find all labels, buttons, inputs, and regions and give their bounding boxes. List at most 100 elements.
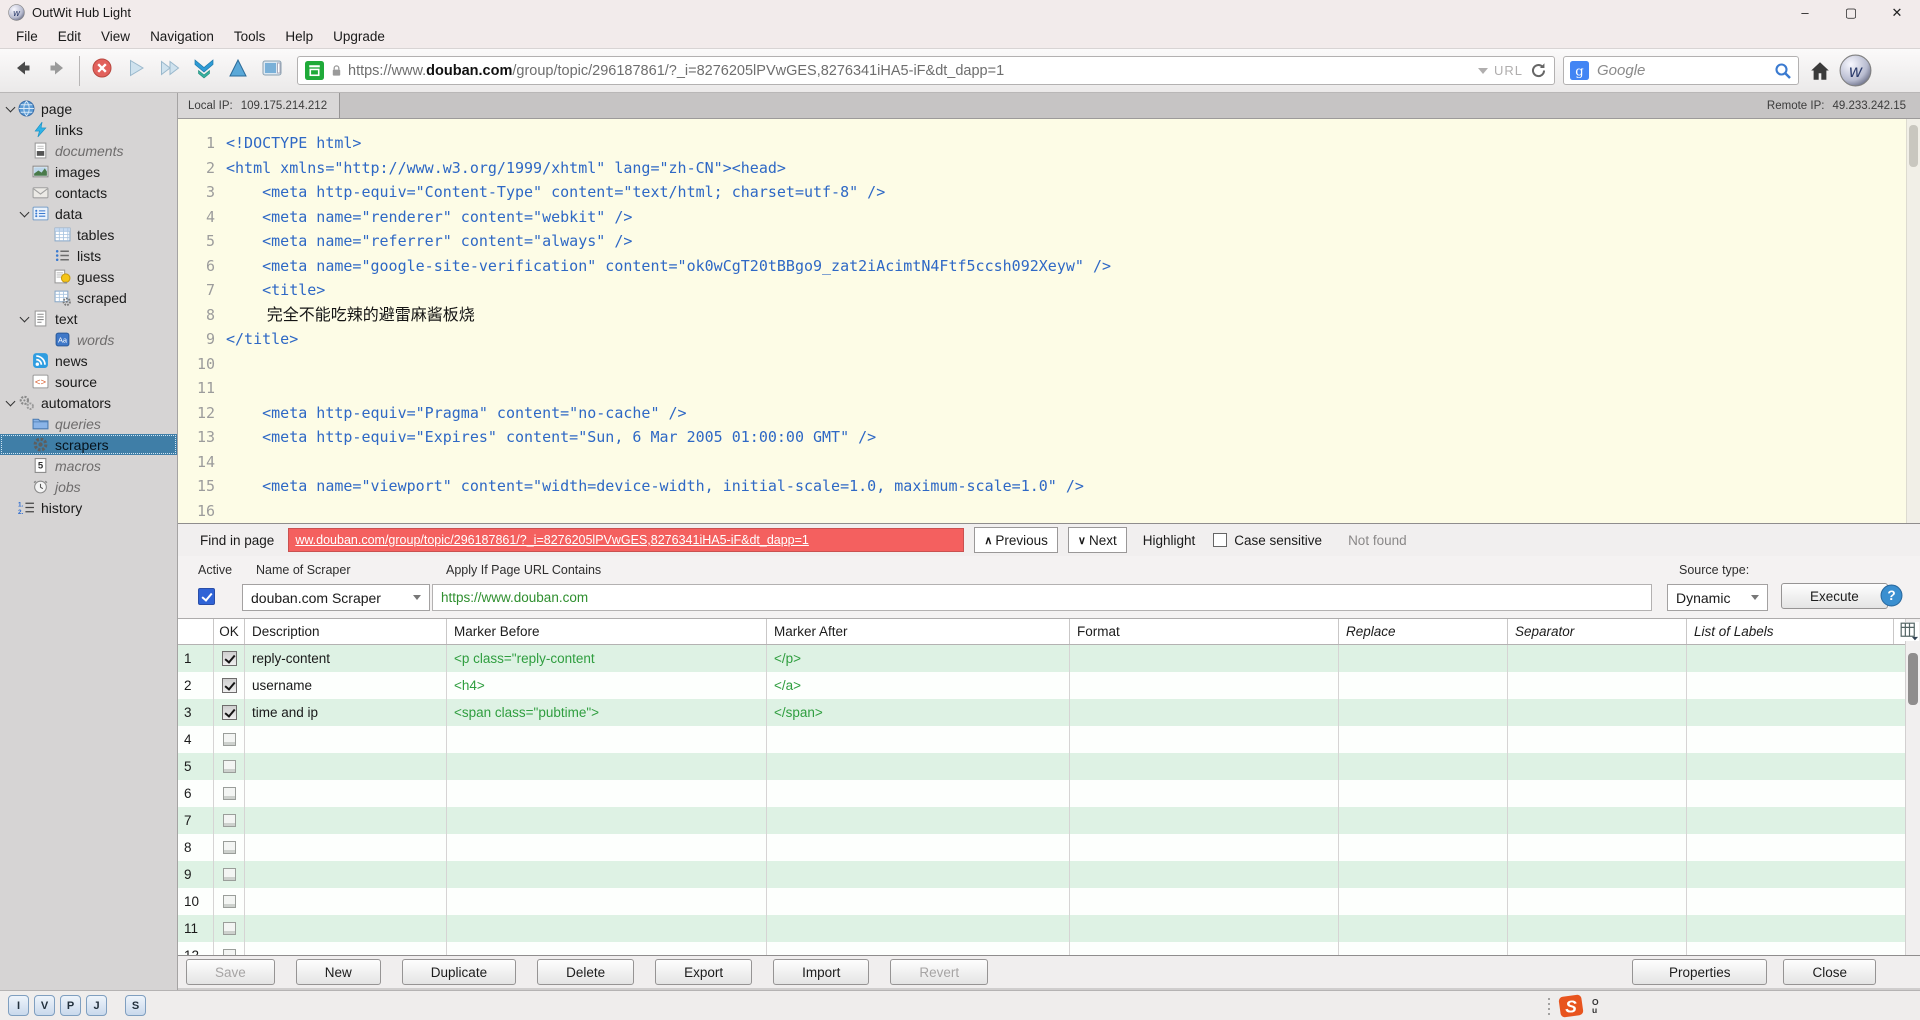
sidebar-item-macros[interactable]: 5macros xyxy=(0,455,177,476)
sidebar-item-history[interactable]: 1.2.history xyxy=(0,497,177,518)
stop-button[interactable] xyxy=(87,56,117,86)
column-header-labels[interactable]: List of Labels xyxy=(1687,619,1894,644)
cell-labels[interactable] xyxy=(1687,645,1894,672)
empty-checkbox[interactable] xyxy=(223,922,236,935)
cell-marker_before[interactable]: <h4> xyxy=(447,672,767,699)
expand-caret-icon[interactable] xyxy=(18,308,32,329)
empty-checkbox[interactable] xyxy=(223,733,236,746)
status-toggle-p[interactable]: P xyxy=(60,995,81,1016)
cell-labels[interactable] xyxy=(1687,753,1894,780)
cell-replace[interactable] xyxy=(1339,726,1508,753)
cell-format[interactable] xyxy=(1070,807,1339,834)
cell-marker_after[interactable] xyxy=(767,942,1070,955)
column-header-ok[interactable]: OK xyxy=(214,619,245,644)
table-row[interactable]: 3time and ip<span class="pubtime"></span… xyxy=(178,699,1920,726)
cell-labels[interactable] xyxy=(1687,861,1894,888)
export-button[interactable]: Export xyxy=(655,959,752,985)
cell-separator[interactable] xyxy=(1508,672,1687,699)
forward-arrow-button[interactable] xyxy=(42,56,72,86)
chevron-down-icon[interactable] xyxy=(1478,68,1488,74)
column-header-description[interactable]: Description xyxy=(245,619,447,644)
slideshow-button[interactable] xyxy=(257,56,287,86)
sidebar-item-guess[interactable]: guess xyxy=(0,266,177,287)
sidebar-item-scrapers[interactable]: scrapers xyxy=(0,434,177,455)
find-next-button[interactable]: ∨ Next xyxy=(1068,527,1127,553)
cell-marker_before[interactable] xyxy=(447,915,767,942)
status-toggle-i[interactable]: I xyxy=(8,995,29,1016)
import-button[interactable]: Import xyxy=(773,959,869,985)
checked-checkbox[interactable] xyxy=(222,651,237,666)
status-toggle-v[interactable]: V xyxy=(34,995,55,1016)
new-button[interactable]: New xyxy=(296,959,381,985)
menu-navigation[interactable]: Navigation xyxy=(140,27,224,46)
sidebar-item-tables[interactable]: tables xyxy=(0,224,177,245)
cell-marker_after[interactable]: </p> xyxy=(767,645,1070,672)
cell-marker_before[interactable] xyxy=(447,780,767,807)
cell-marker_after[interactable] xyxy=(767,753,1070,780)
column-header-replace[interactable]: Replace xyxy=(1339,619,1508,644)
cell-labels[interactable] xyxy=(1687,672,1894,699)
minimize-button[interactable]: – xyxy=(1782,0,1828,25)
column-header-marker_before[interactable]: Marker Before xyxy=(447,619,767,644)
cell-description[interactable] xyxy=(245,942,447,955)
back-arrow-button[interactable] xyxy=(8,56,38,86)
menu-upgrade[interactable]: Upgrade xyxy=(323,27,395,46)
outwit-logo-icon[interactable]: w xyxy=(1839,54,1872,87)
column-header-num[interactable] xyxy=(178,619,214,644)
sidebar-item-documents[interactable]: documents xyxy=(0,140,177,161)
cell-marker_before[interactable] xyxy=(447,834,767,861)
table-row[interactable]: 2username<h4></a> xyxy=(178,672,1920,699)
sidebar-item-words[interactable]: Aawords xyxy=(0,329,177,350)
cell-replace[interactable] xyxy=(1339,888,1508,915)
sidebar-item-data[interactable]: data xyxy=(0,203,177,224)
cell-marker_after[interactable] xyxy=(767,834,1070,861)
cell-format[interactable] xyxy=(1070,726,1339,753)
search-input[interactable] xyxy=(1597,62,1774,79)
cell-format[interactable] xyxy=(1070,699,1339,726)
cell-replace[interactable] xyxy=(1339,807,1508,834)
table-row[interactable]: 4 xyxy=(178,726,1920,753)
cell-format[interactable] xyxy=(1070,672,1339,699)
checked-checkbox[interactable] xyxy=(222,705,237,720)
source-view[interactable]: 1<!DOCTYPE html>2<html xmlns="http://www… xyxy=(178,119,1920,523)
table-row[interactable]: 6 xyxy=(178,780,1920,807)
cell-separator[interactable] xyxy=(1508,888,1687,915)
grid-scrollbar[interactable] xyxy=(1905,619,1920,955)
sidebar-item-contacts[interactable]: contacts xyxy=(0,182,177,203)
cell-description[interactable] xyxy=(245,753,447,780)
cell-separator[interactable] xyxy=(1508,807,1687,834)
cell-marker_after[interactable] xyxy=(767,861,1070,888)
sidebar-item-jobs[interactable]: jobs xyxy=(0,476,177,497)
cell-labels[interactable] xyxy=(1687,942,1894,955)
empty-checkbox[interactable] xyxy=(223,814,236,827)
cell-marker_before[interactable]: <span class="pubtime"> xyxy=(447,699,767,726)
column-header-separator[interactable]: Separator xyxy=(1508,619,1687,644)
cell-separator[interactable] xyxy=(1508,834,1687,861)
execute-button[interactable]: Execute xyxy=(1781,583,1888,609)
table-row[interactable]: 5 xyxy=(178,753,1920,780)
cell-description[interactable] xyxy=(245,834,447,861)
status-toggle-s[interactable]: S xyxy=(125,995,146,1016)
scrollbar-thumb[interactable] xyxy=(1909,125,1918,167)
source-type-select[interactable]: Dynamic xyxy=(1667,584,1768,611)
column-header-format[interactable]: Format xyxy=(1070,619,1339,644)
cell-replace[interactable] xyxy=(1339,861,1508,888)
sidebar-item-scraped[interactable]: scraped xyxy=(0,287,177,308)
close-button[interactable]: Close xyxy=(1783,959,1876,985)
case-sensitive-checkbox[interactable] xyxy=(1213,533,1227,547)
menu-file[interactable]: File xyxy=(6,27,48,46)
cell-marker_after[interactable] xyxy=(767,726,1070,753)
close-window-button[interactable]: ✕ xyxy=(1874,0,1920,25)
highlight-button[interactable]: Highlight xyxy=(1143,533,1196,548)
cell-format[interactable] xyxy=(1070,942,1339,955)
cell-marker_after[interactable]: </span> xyxy=(767,699,1070,726)
cell-description[interactable] xyxy=(245,807,447,834)
cell-description[interactable] xyxy=(245,861,447,888)
cell-labels[interactable] xyxy=(1687,699,1894,726)
url-bar[interactable]: https://www.douban.com/group/topic/29618… xyxy=(297,56,1555,85)
sidebar-item-page[interactable]: page xyxy=(0,98,177,119)
properties-button[interactable]: Properties xyxy=(1632,959,1768,985)
fast-forward-button[interactable] xyxy=(155,56,185,86)
cell-replace[interactable] xyxy=(1339,645,1508,672)
cell-replace[interactable] xyxy=(1339,942,1508,955)
